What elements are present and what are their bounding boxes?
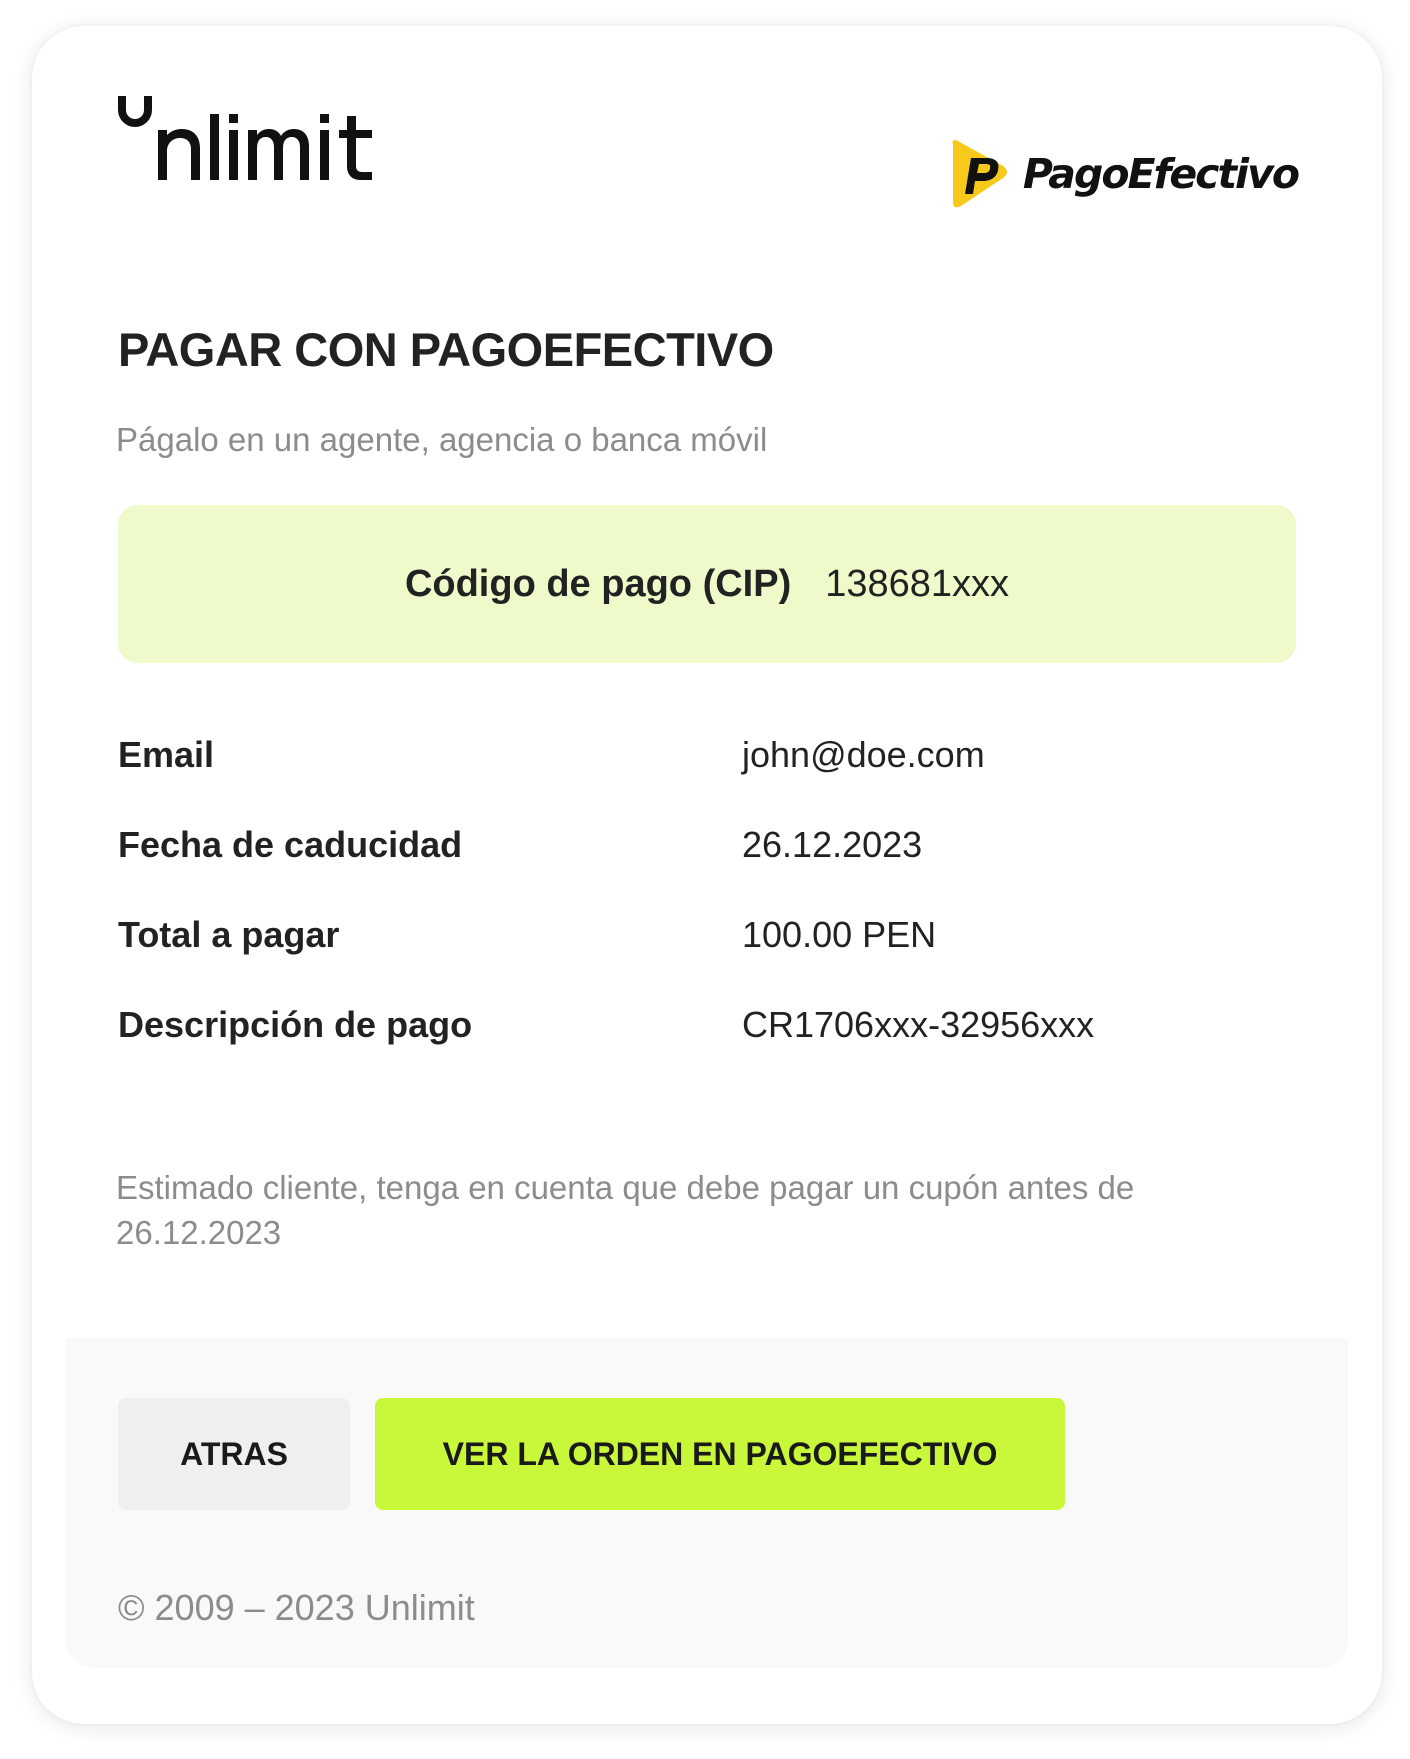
view-order-button[interactable]: VER LA ORDEN EN PAGOEFECTIVO bbox=[375, 1398, 1065, 1510]
payment-card: PagoEfectivo PAGAR CON PAGOEFECTIVO Pága… bbox=[32, 26, 1382, 1724]
detail-value: CR1706xxx-32956xxx bbox=[742, 1004, 1095, 1045]
detail-row-total: Total a pagar 100.00 PEN bbox=[118, 913, 1296, 1003]
copyright-text: © 2009 – 2023 Unlimit bbox=[118, 1587, 475, 1628]
pagoefectivo-wordmark: PagoEfectivo bbox=[1022, 150, 1300, 198]
page-subtitle: Págalo en un agente, agencia o banca móv… bbox=[116, 421, 768, 458]
payment-code-value: 138681xxx bbox=[825, 562, 1010, 605]
payment-details: Email john@doe.com Fecha de caducidad 26… bbox=[118, 733, 1296, 1093]
detail-label: Fecha de caducidad bbox=[118, 824, 463, 865]
back-button[interactable]: ATRAS bbox=[118, 1398, 350, 1510]
detail-value: john@doe.com bbox=[742, 734, 985, 775]
page-title: PAGAR CON PAGOEFECTIVO bbox=[118, 323, 774, 376]
detail-row-expiry-date: Fecha de caducidad 26.12.2023 bbox=[118, 823, 1296, 913]
pagoefectivo-mark-icon bbox=[952, 140, 1007, 208]
detail-label: Descripción de pago bbox=[118, 1004, 473, 1045]
detail-row-email: Email john@doe.com bbox=[118, 733, 1296, 823]
payment-code-label: Código de pago (CIP) bbox=[404, 562, 792, 605]
detail-label: Email bbox=[118, 734, 215, 775]
pagoefectivo-logo: PagoEfectivo bbox=[947, 134, 1300, 214]
payment-notice: Estimado cliente, tenga en cuenta que de… bbox=[116, 1169, 1135, 1251]
unlimit-logo bbox=[116, 94, 386, 184]
detail-value: 26.12.2023 bbox=[742, 824, 923, 865]
detail-row-description: Descripción de pago CR1706xxx-32956xxx bbox=[118, 1003, 1296, 1093]
detail-label: Total a pagar bbox=[118, 914, 340, 955]
payment-code-box: Código de pago (CIP) 138681xxx bbox=[118, 505, 1296, 663]
detail-value: 100.00 PEN bbox=[742, 914, 937, 955]
footer: ATRAS VER LA ORDEN EN PAGOEFECTIVO © 200… bbox=[66, 1338, 1348, 1668]
